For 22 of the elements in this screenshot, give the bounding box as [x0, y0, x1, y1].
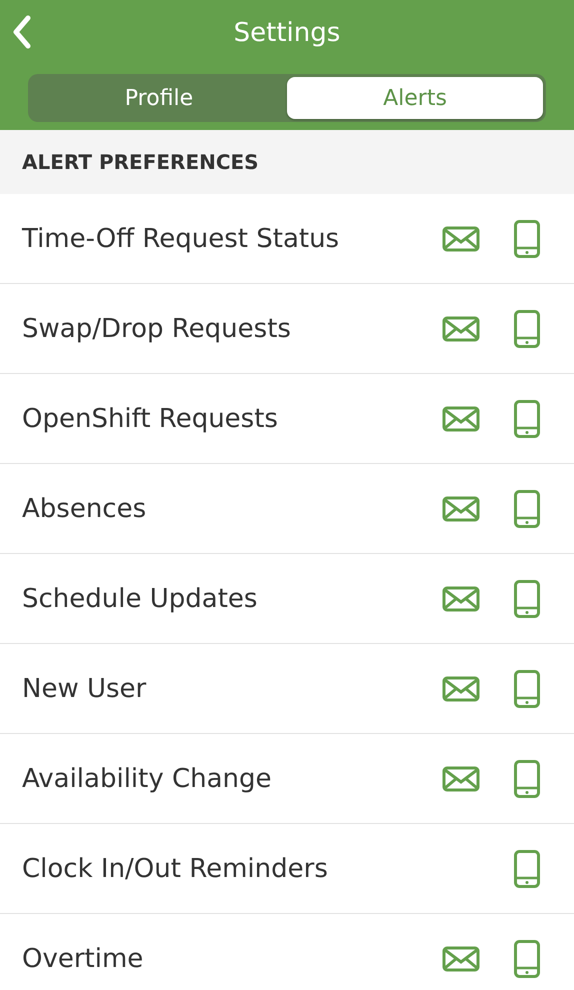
alert-row[interactable]: Availability Change [0, 734, 574, 824]
tab[interactable]: Profile [31, 77, 287, 119]
alert-row[interactable]: Time-Off Request Status [0, 194, 574, 284]
alert-label: Availability Change [22, 764, 273, 794]
tab[interactable]: Alerts [287, 77, 543, 119]
alert-label: New User [22, 674, 148, 704]
alert-label: Clock In/Out Reminders [22, 854, 329, 884]
alert-label: Swap/Drop Requests [22, 314, 292, 344]
alert-row[interactable]: Schedule Updates [0, 554, 574, 644]
alert-label: Overtime [22, 944, 144, 974]
alert-row[interactable]: OpenShift Requests [0, 374, 574, 464]
alert-label: OpenShift Requests [22, 404, 279, 434]
alert-row[interactable]: Overtime [0, 914, 574, 990]
alert-label: Absences [22, 494, 148, 524]
alert-row[interactable]: Swap/Drop Requests [0, 284, 574, 374]
alert-row[interactable]: Absences [0, 464, 574, 554]
section-title: ALERT PREFERENCES [22, 150, 259, 174]
screen-title: Settings [234, 18, 340, 48]
alert-label: Schedule Updates [22, 584, 258, 614]
alert-row[interactable]: New User [0, 644, 574, 734]
alert-row[interactable]: Clock In/Out Reminders [0, 824, 574, 914]
alert-label: Time-Off Request Status [22, 224, 340, 254]
